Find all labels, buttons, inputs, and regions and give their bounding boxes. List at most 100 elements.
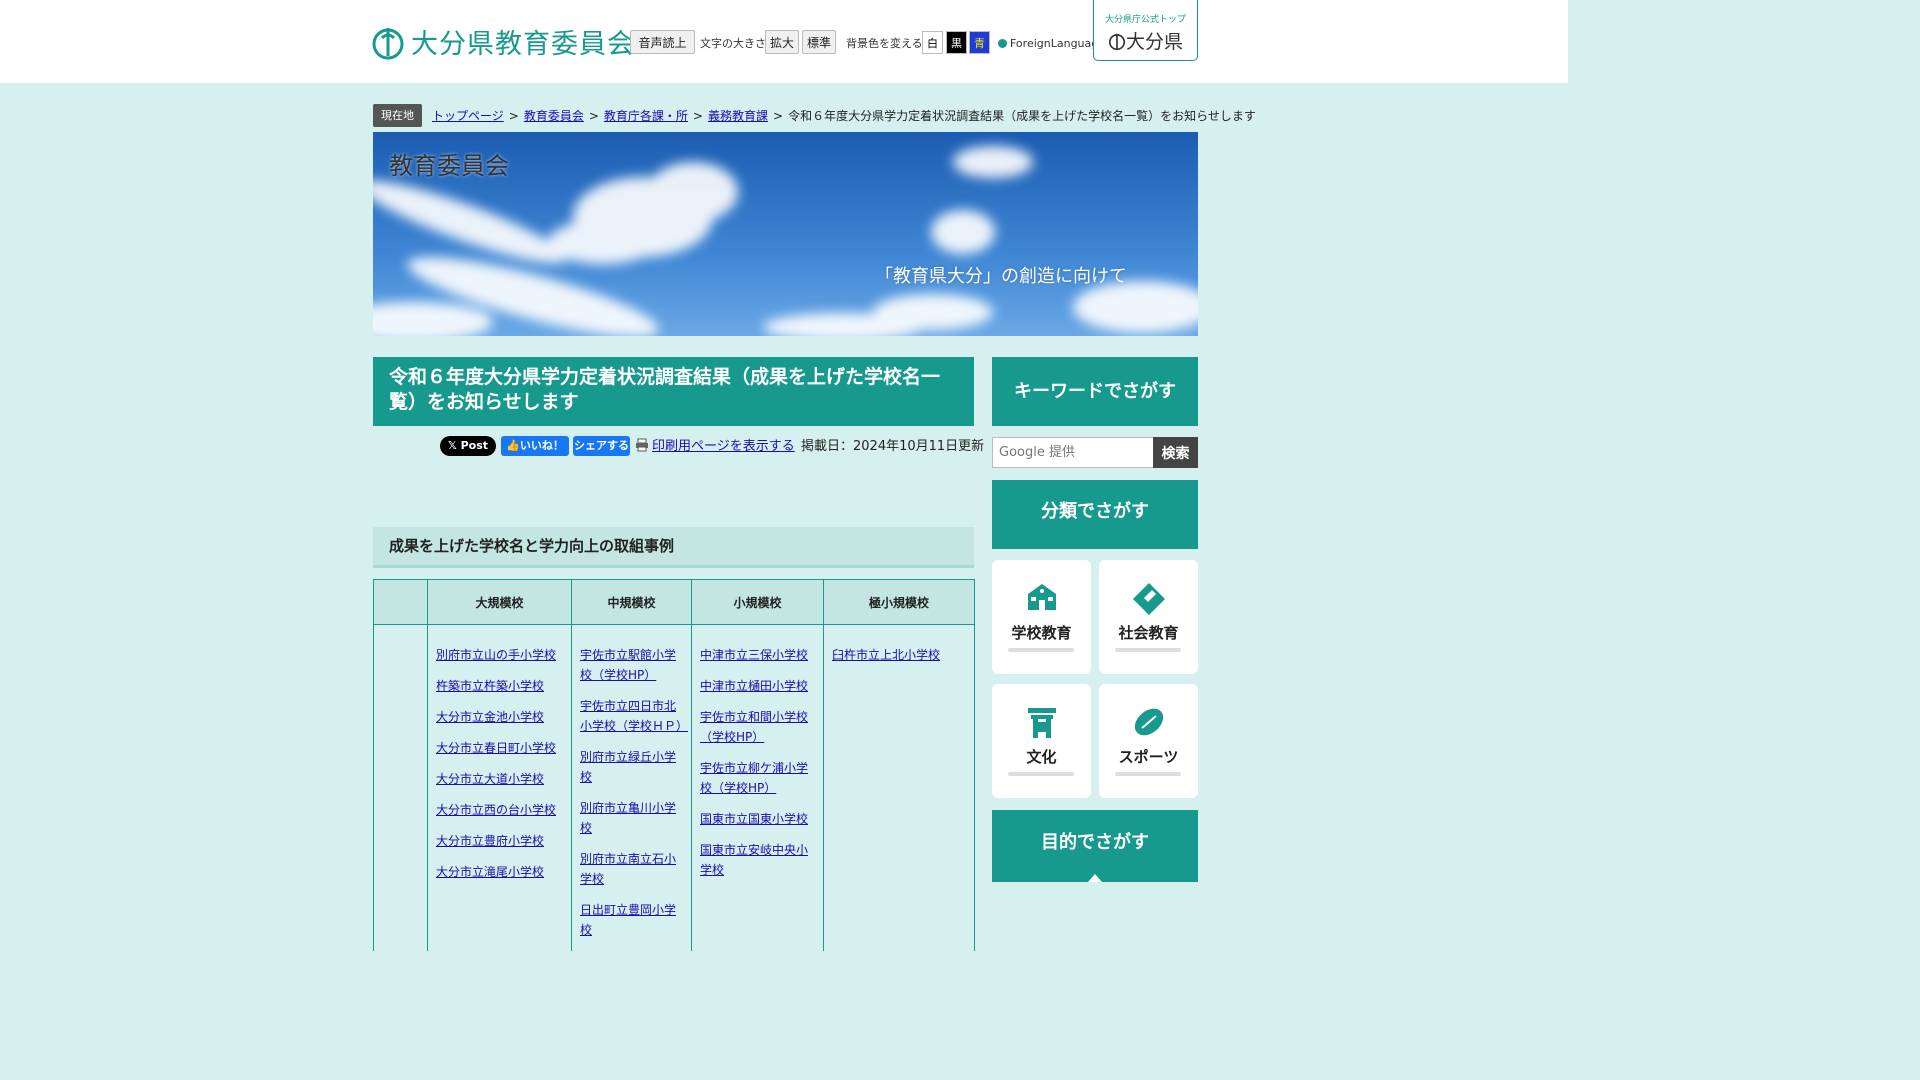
tile-label: 社会教育 bbox=[1118, 624, 1179, 642]
breadcrumb-separator: > bbox=[508, 108, 519, 123]
tile-label: 文化 bbox=[1026, 748, 1057, 766]
list-item: 中津市立樋田小学校 bbox=[700, 676, 815, 696]
tile-label: 学校教育 bbox=[1011, 624, 1072, 642]
table-cell bbox=[373, 624, 428, 951]
book-icon bbox=[1132, 583, 1165, 615]
prefecture-top-small: 大分県庁公式トップ bbox=[1104, 15, 1186, 25]
rugby-ball-icon bbox=[1134, 708, 1163, 736]
category-tile-sports[interactable]: スポーツ bbox=[1099, 684, 1198, 798]
prefecture-top-title-row: 大分県 bbox=[1094, 27, 1197, 54]
tiny-schools-cell: 臼杵市立上北小学校 bbox=[823, 624, 975, 951]
list-item: 宇佐市立四日市北小学校（学校ＨＰ） bbox=[580, 696, 688, 736]
large-schools-cell: 別府市立山の手小学校 杵築市立杵築小学校 大分市立金池小学校 大分市立春日町小学… bbox=[427, 624, 572, 951]
caret-up-icon bbox=[1088, 874, 1102, 882]
updated-date: 掲載日：2024年10月11日更新 bbox=[801, 439, 985, 454]
list-item: 別府市立山の手小学校 bbox=[436, 645, 563, 665]
tile-underline bbox=[1115, 772, 1181, 776]
category-tile-school-education[interactable]: 学校教育 bbox=[992, 560, 1091, 674]
prefecture-top-link[interactable]: 大分県庁公式トップ 大分県 bbox=[1093, 0, 1198, 61]
tile-underline bbox=[1008, 772, 1074, 776]
school-link[interactable]: 宇佐市立駅館小学校（学校HP） bbox=[580, 648, 676, 682]
school-link[interactable]: 国東市立国東小学校 bbox=[700, 812, 808, 826]
list-item: 大分市立西の台小学校 bbox=[436, 800, 563, 820]
school-link[interactable]: 中津市立三保小学校 bbox=[700, 648, 808, 662]
school-link[interactable]: 中津市立樋田小学校 bbox=[700, 679, 808, 693]
school-link[interactable]: 大分市立金池小学校 bbox=[436, 710, 544, 724]
school-link[interactable]: 大分市立西の台小学校 bbox=[436, 803, 556, 817]
list-item: 杵築市立杵築小学校 bbox=[436, 676, 563, 696]
school-building-icon bbox=[1027, 584, 1056, 610]
school-link[interactable]: 日出町立豊岡小学校 bbox=[580, 903, 676, 937]
school-link[interactable]: 国東市立安岐中央小学校 bbox=[700, 843, 808, 877]
breadcrumb-link-departments[interactable]: 教育庁各課・所 bbox=[604, 107, 688, 124]
site-header: 大分県教育委員会 音声読上 文字の大きさ 拡大 標準 背景色を変える 白 黒 青… bbox=[0, 0, 1568, 83]
school-link[interactable]: 大分市立春日町小学校 bbox=[436, 741, 556, 755]
x-post-button[interactable]: 𝕏 Post bbox=[440, 436, 496, 456]
tile-underline bbox=[1008, 648, 1074, 652]
medium-schools-cell: 宇佐市立駅館小学校（学校HP） 宇佐市立四日市北小学校（学校ＨＰ） 別府市立緑丘… bbox=[571, 624, 692, 951]
school-link[interactable]: 大分市立滝尾小学校 bbox=[436, 865, 544, 879]
tile-underline bbox=[1115, 648, 1181, 652]
list-item: 大分市立春日町小学校 bbox=[436, 738, 563, 758]
table-row: 別府市立山の手小学校 杵築市立杵築小学校 大分市立金池小学校 大分市立春日町小学… bbox=[373, 624, 975, 951]
breadcrumb-link-top[interactable]: トップページ bbox=[432, 107, 504, 124]
facebook-share-button[interactable]: シェアする bbox=[573, 436, 630, 456]
breadcrumb-link-board[interactable]: 教育委員会 bbox=[524, 107, 584, 124]
category-tile-social-education[interactable]: 社会教育 bbox=[1099, 560, 1198, 674]
tile-label: スポーツ bbox=[1118, 748, 1179, 766]
prefecture-emblem-icon bbox=[372, 27, 404, 59]
search-button[interactable]: 検索 bbox=[1153, 437, 1198, 468]
list-item: 大分市立金池小学校 bbox=[436, 707, 563, 727]
facebook-like-label: いいね！ bbox=[519, 439, 564, 452]
list-item: 宇佐市立柳ケ浦小学校（学校HP） bbox=[700, 758, 815, 798]
school-link[interactable]: 別府市立山の手小学校 bbox=[436, 648, 556, 662]
breadcrumb: 現在地 トップページ > 教育委員会 > 教育庁各課・所 > 義務教育課 > 令… bbox=[373, 104, 1256, 127]
bullet-icon bbox=[998, 39, 1007, 48]
school-link[interactable]: 別府市立亀川小学校 bbox=[580, 801, 676, 835]
school-link[interactable]: 大分市立大道小学校 bbox=[436, 772, 544, 786]
read-aloud-button[interactable]: 音声読上 bbox=[630, 30, 695, 54]
column-header-large: 大規模校 bbox=[427, 579, 572, 625]
bg-black-button[interactable]: 黒 bbox=[946, 31, 967, 54]
breadcrumb-link-compulsory-education[interactable]: 義務教育課 bbox=[708, 107, 768, 124]
prefecture-emblem-icon bbox=[1108, 33, 1126, 50]
standard-text-button[interactable]: 標準 bbox=[802, 30, 836, 54]
printer-icon bbox=[636, 438, 648, 452]
school-link[interactable]: 宇佐市立和間小学校（学校HP） bbox=[700, 710, 808, 744]
list-item: 別府市立南立石小学校 bbox=[580, 849, 683, 889]
column-header-medium: 中規模校 bbox=[571, 579, 692, 625]
school-link[interactable]: 杵築市立杵築小学校 bbox=[436, 679, 544, 693]
school-link[interactable]: 別府市立南立石小学校 bbox=[580, 852, 676, 886]
list-item: 別府市立緑丘小学校 bbox=[580, 747, 683, 787]
bg-white-button[interactable]: 白 bbox=[922, 31, 943, 54]
category-tile-culture[interactable]: 文化 bbox=[992, 684, 1091, 798]
print-page-link[interactable]: 印刷用ページを表示する bbox=[652, 435, 795, 454]
search-input[interactable] bbox=[992, 437, 1154, 468]
purpose-search-label: 目的でさがす bbox=[1041, 832, 1149, 853]
hero-banner: 教育委員会 「教育県大分」の創造に向けて bbox=[373, 132, 1198, 336]
school-link[interactable]: 臼杵市立上北小学校 bbox=[832, 648, 940, 662]
list-item: 宇佐市立和間小学校（学校HP） bbox=[700, 707, 815, 747]
prefecture-top-big: 大分県 bbox=[1125, 31, 1183, 53]
column-header-small: 小規模校 bbox=[691, 579, 824, 625]
list-item: 中津市立三保小学校 bbox=[700, 645, 815, 665]
list-item: 宇佐市立駅館小学校（学校HP） bbox=[580, 645, 683, 685]
thumbs-up-icon: 👍 bbox=[506, 439, 520, 452]
school-link[interactable]: 宇佐市立柳ケ浦小学校（学校HP） bbox=[700, 761, 808, 795]
list-item: 国東市立安岐中央小学校 bbox=[700, 840, 815, 880]
school-link[interactable]: 宇佐市立四日市北小学校（学校ＨＰ） bbox=[580, 699, 688, 733]
foreign-language-link[interactable]: ForeignLanguage bbox=[998, 37, 1105, 50]
schools-table: 大規模校 中規模校 小規模校 極小規模校 別府市立山の手小学校 杵築市立杵築小学… bbox=[373, 579, 975, 951]
site-logo[interactable]: 大分県教育委員会 bbox=[372, 22, 635, 61]
school-link[interactable]: 別府市立緑丘小学校 bbox=[580, 750, 676, 784]
enlarge-text-button[interactable]: 拡大 bbox=[765, 30, 799, 54]
section-heading: 成果を上げた学校名と学力向上の取組事例 bbox=[373, 527, 974, 568]
list-item: 大分市立大道小学校 bbox=[436, 769, 563, 789]
facebook-like-button[interactable]: 👍いいね！ bbox=[501, 436, 569, 456]
breadcrumb-separator: > bbox=[588, 108, 599, 123]
breadcrumb-current: 令和６年度大分県学力定着状況調査結果（成果を上げた学校名一覧）をお知らせします bbox=[788, 109, 1256, 123]
list-item: 国東市立国東小学校 bbox=[700, 809, 815, 829]
bg-blue-button[interactable]: 青 bbox=[969, 31, 990, 54]
purpose-search-heading: 目的でさがす bbox=[992, 810, 1198, 882]
school-link[interactable]: 大分市立豊府小学校 bbox=[436, 834, 544, 848]
